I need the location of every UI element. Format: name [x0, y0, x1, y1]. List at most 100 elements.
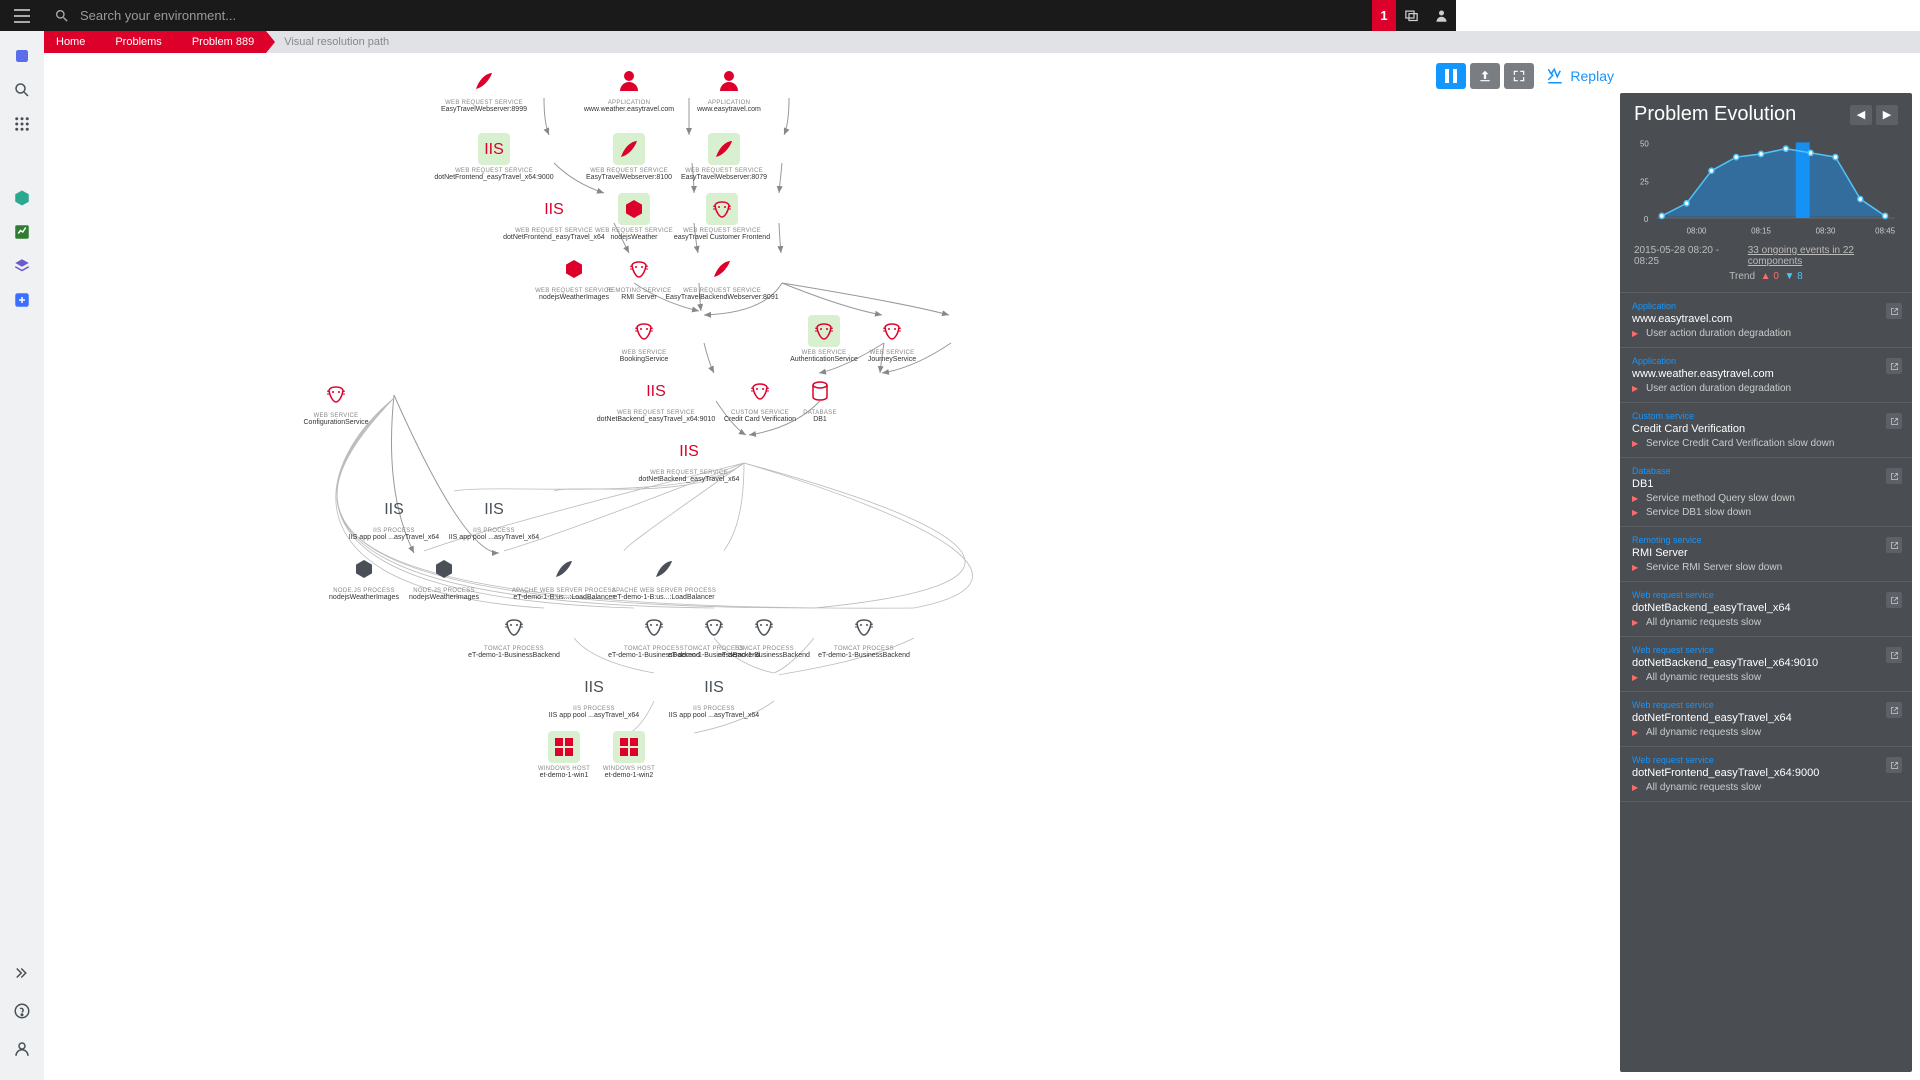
open-icon[interactable]	[1886, 592, 1902, 608]
node-name: www.weather.easytravel.com	[584, 106, 674, 113]
topology-node[interactable]: WEB SERVICEBookingService	[584, 315, 704, 363]
problem-evolution-panel: Problem Evolution ◀ ▶ 50 25 0 08:00 08:	[1620, 93, 1912, 1072]
pause-button[interactable]	[1436, 63, 1466, 89]
topology-node[interactable]: DATABASEDB1	[760, 375, 880, 423]
rail-plus-icon[interactable]	[9, 287, 35, 313]
topology-node[interactable]: NODE.JS PROCESSnodejsWeatherImages	[384, 553, 504, 601]
bc-problem-id[interactable]: Problem 889	[174, 31, 266, 53]
panel-item[interactable]: Web request servicedotNetBackend_easyTra…	[1620, 582, 1912, 637]
topology-node[interactable]: WEB REQUEST SERVICEEasyTravelWebserver:8…	[424, 65, 544, 113]
topology-node[interactable]: IIS PROCESSIIS app pool ...asyTravel_x64	[654, 671, 774, 719]
replay-button[interactable]: Replay	[1546, 63, 1614, 89]
tomcat-icon	[320, 378, 352, 410]
topology-node[interactable]: TOMCAT PROCESSeT-demo-1-BusinessBackend	[454, 611, 574, 659]
panel-item[interactable]: Applicationwww.easytravel.comUser action…	[1620, 293, 1912, 348]
node-name: DB1	[813, 416, 827, 423]
topology-canvas[interactable]: Replay	[44, 53, 1920, 1080]
topology-node[interactable]: WEB SERVICEConfigurationService	[276, 378, 396, 426]
panel-item-event: All dynamic requests slow	[1632, 727, 1900, 738]
rail-apps-icon[interactable]	[9, 111, 35, 137]
bc-home[interactable]: Home	[44, 31, 97, 53]
panel-item-event: All dynamic requests slow	[1632, 782, 1900, 793]
panel-item-event: All dynamic requests slow	[1632, 617, 1900, 628]
panel-item[interactable]: DatabaseDB1Service method Query slow dow…	[1620, 458, 1912, 527]
topology-node[interactable]: IIS PROCESSIIS app pool ...asyTravel_x64	[434, 493, 554, 541]
upload-button[interactable]	[1470, 63, 1500, 89]
panel-item-event: All dynamic requests slow	[1632, 672, 1900, 683]
open-icon[interactable]	[1886, 358, 1902, 374]
panel-item-category: Database	[1632, 466, 1900, 476]
panel-item-category: Application	[1632, 356, 1900, 366]
rail-account-icon[interactable]	[9, 1036, 35, 1062]
panel-item-name: www.weather.easytravel.com	[1632, 368, 1900, 380]
topology-node[interactable]: WEB REQUEST SERVICEeasyTravel Customer F…	[662, 193, 782, 241]
node-name: IIS app pool ...asyTravel_x64	[549, 712, 639, 719]
rail-search-icon[interactable]	[9, 77, 35, 103]
notification-badge[interactable]: 1	[1372, 0, 1396, 31]
panel-prev-button[interactable]: ◀	[1850, 105, 1872, 125]
topology-node[interactable]: WEB REQUEST SERVICEdotNetFrontend_easyTr…	[434, 133, 554, 181]
rail-help-icon[interactable]	[9, 998, 35, 1024]
panel-item-name: dotNetBackend_easyTravel_x64:9010	[1632, 657, 1900, 669]
replay-icon	[1546, 67, 1564, 85]
topology-node[interactable]: WEB SERVICEJourneyService	[832, 315, 952, 363]
svg-text:08:30: 08:30	[1816, 227, 1836, 236]
topology-node[interactable]: WEB REQUEST SERVICEdotNetBackend_easyTra…	[596, 375, 716, 423]
panel-item-category: Custom service	[1632, 411, 1900, 421]
node-icon	[618, 193, 650, 225]
open-icon[interactable]	[1886, 468, 1902, 484]
fullscreen-button[interactable]	[1504, 63, 1534, 89]
node-name: nodejsWeatherImages	[409, 594, 479, 601]
panel-item[interactable]: Web request servicedotNetFrontend_easyTr…	[1620, 747, 1912, 802]
topology-node[interactable]: WEB REQUEST SERVICEdotNetBackend_easyTra…	[629, 435, 749, 483]
svg-text:08:00: 08:00	[1687, 227, 1707, 236]
topology-node[interactable]: WINDOWS HOSTet-demo-1-win2	[569, 731, 689, 779]
panel-item-name: Credit Card Verification	[1632, 423, 1900, 435]
topology-node[interactable]: WEB REQUEST SERVICEEasyTravelBackendWebs…	[662, 253, 782, 301]
topology-node[interactable]: APPLICATIONwww.easytravel.com	[669, 65, 789, 113]
open-icon[interactable]	[1886, 647, 1902, 663]
panel-item[interactable]: Web request servicedotNetFrontend_easyTr…	[1620, 692, 1912, 747]
panel-item-event: Service RMI Server slow down	[1632, 562, 1900, 573]
problem-chart[interactable]: 50 25 0 08:00 08:15 08:30 08:45	[1632, 134, 1900, 239]
rail-dynatrace-icon[interactable]	[9, 43, 35, 69]
feather-icon	[468, 65, 500, 97]
rail-cube-icon[interactable]	[9, 185, 35, 211]
iisk-icon	[578, 671, 610, 703]
tomcatk-icon	[498, 611, 530, 643]
node-name: easyTravel Customer Frontend	[674, 234, 770, 241]
node-name: ConfigurationService	[304, 419, 369, 426]
search-icon	[54, 8, 70, 24]
panel-item[interactable]: Applicationwww.weather.easytravel.comUse…	[1620, 348, 1912, 403]
svg-text:08:15: 08:15	[1751, 227, 1771, 236]
panel-item[interactable]: Custom serviceCredit Card VerificationSe…	[1620, 403, 1912, 458]
open-icon[interactable]	[1886, 757, 1902, 773]
open-icon[interactable]	[1886, 303, 1902, 319]
user-icon	[613, 65, 645, 97]
rail-layers-icon[interactable]	[9, 253, 35, 279]
panel-item[interactable]: Web request servicedotNetBackend_easyTra…	[1620, 637, 1912, 692]
panel-list[interactable]: Applicationwww.easytravel.comUser action…	[1620, 293, 1912, 1072]
open-icon[interactable]	[1886, 537, 1902, 553]
windows-icon[interactable]	[1396, 0, 1426, 31]
search-input[interactable]	[80, 8, 480, 23]
panel-item[interactable]: Remoting serviceRMI ServerService RMI Se…	[1620, 527, 1912, 582]
user-icon[interactable]	[1426, 0, 1456, 31]
win-icon	[613, 731, 645, 763]
hamburger-menu[interactable]	[0, 0, 44, 31]
bc-problems[interactable]: Problems	[97, 31, 173, 53]
tomcat-icon	[876, 315, 908, 347]
rail-stats-icon[interactable]	[9, 219, 35, 245]
topology-node[interactable]: WEB REQUEST SERVICEEasyTravelWebserver:8…	[664, 133, 784, 181]
topology-node[interactable]: IIS PROCESSIIS app pool ...asyTravel_x64	[534, 671, 654, 719]
open-icon[interactable]	[1886, 702, 1902, 718]
topology-node[interactable]: TOMCAT PROCESSeT-demo-1-BusinessBackend	[804, 611, 924, 659]
topology-node[interactable]: APACHE WEB SERVER PROCESSeT-demo-1-B:us.…	[604, 553, 724, 601]
node-name: eT-demo-1-B:us...:LoadBalancer	[613, 594, 714, 601]
open-icon[interactable]	[1886, 413, 1902, 429]
node-name: dotNetFrontend_easyTravel_x64:9000	[434, 174, 553, 181]
rail-expand-icon[interactable]	[9, 960, 35, 986]
node-name: eT-demo-1-B:us...:LoadBalancer	[513, 594, 614, 601]
panel-next-button[interactable]: ▶	[1876, 105, 1898, 125]
user-icon	[713, 65, 745, 97]
